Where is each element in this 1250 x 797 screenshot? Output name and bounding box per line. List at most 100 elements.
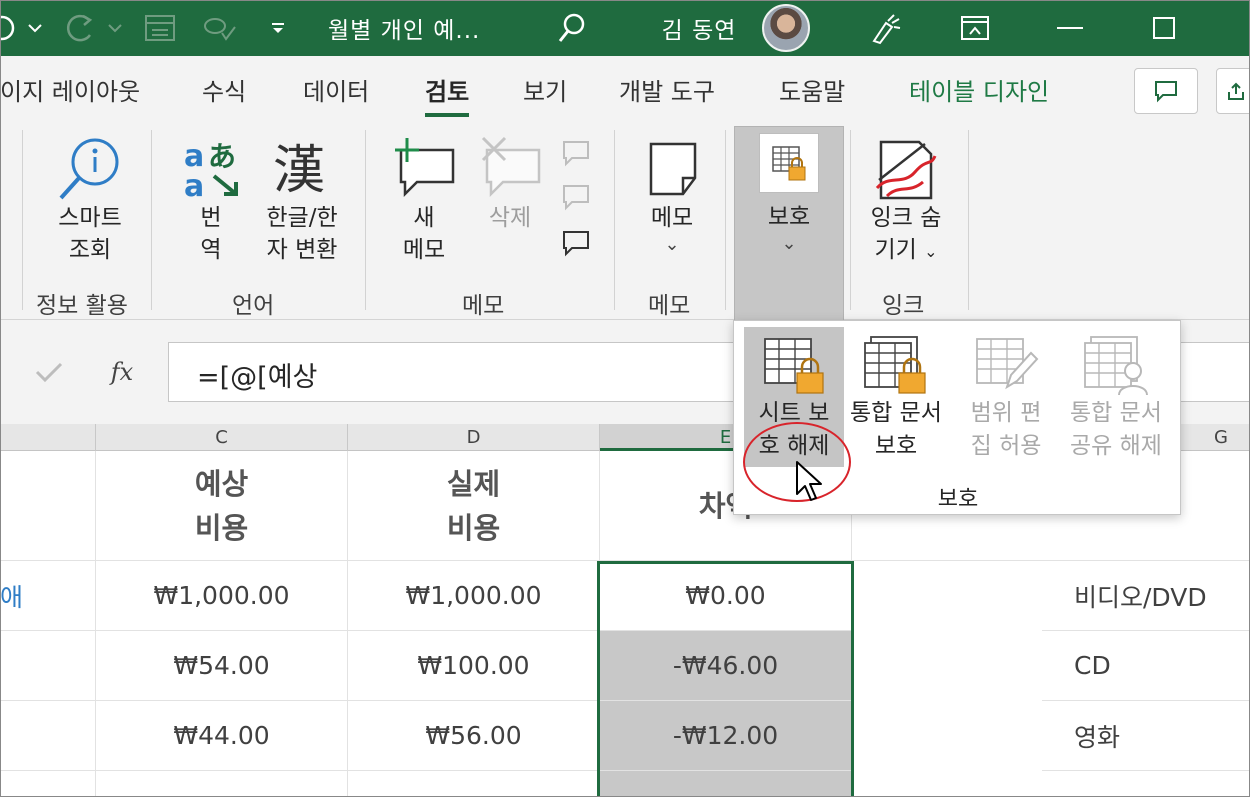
translate-label-2: 역	[200, 237, 222, 263]
redo-icon[interactable]	[60, 0, 106, 56]
protect-button[interactable]: 보호 ⌄	[734, 126, 844, 320]
cell-f-row3[interactable]	[852, 701, 1042, 771]
cell-b-header[interactable]	[0, 451, 96, 561]
cell-e-row3[interactable]: -₩12.00	[600, 701, 852, 771]
chevron-down-icon: ⌄	[924, 242, 938, 261]
cell-e-row1[interactable]: ₩0.00	[600, 561, 852, 631]
title-bar: 월별 개인 예... 김 동연	[0, 0, 1250, 56]
smart-lookup-label-2: 조회	[68, 237, 112, 263]
share-button[interactable]	[1216, 68, 1250, 114]
smart-lookup-button[interactable]: 스마트 조회	[40, 136, 140, 266]
fx-icon: fx	[110, 358, 134, 386]
avatar[interactable]	[760, 0, 812, 56]
hanja-icon: 漢	[273, 141, 325, 201]
ribbon: 스마트 조회 정보 활용 a あ a 번 역 漢 한글/한 자 변환 언어 새 …	[0, 122, 1250, 320]
category-partial-text: 애	[0, 582, 24, 612]
unprotect-sheet-label-2: 호 해제	[758, 433, 830, 459]
previous-next-show-comments-icon[interactable]	[558, 136, 594, 260]
avatar-image	[762, 4, 810, 52]
hide-ink-button[interactable]: 잉크 숨 기기 ⌄	[856, 136, 956, 268]
cell-c-row1[interactable]: ₩1,000.00	[96, 561, 348, 631]
allow-edit-ranges-label-1: 범위 편	[970, 400, 1042, 426]
cell-g-row1[interactable]: 비디오/DVD	[1042, 561, 1250, 631]
insert-function-button[interactable]: fx	[96, 342, 148, 402]
cell-g-row3[interactable]: 영화	[1042, 701, 1250, 771]
protect-label: 보호	[767, 204, 811, 230]
cell-e-row2[interactable]: -₩46.00	[600, 631, 852, 701]
cell-c-row2[interactable]: ₩54.00	[96, 631, 348, 701]
cell-f-row2[interactable]	[852, 631, 1042, 701]
form-icon[interactable]	[140, 0, 180, 56]
hide-ink-icon	[875, 140, 937, 200]
sheet-lock-icon	[764, 338, 824, 394]
cell-b-row2[interactable]	[0, 631, 96, 701]
translate-button[interactable]: a あ a 번 역	[176, 136, 246, 266]
translate-icon: a あ a	[184, 139, 238, 202]
new-comment-button[interactable]: 새 메모	[386, 136, 462, 266]
column-header-d[interactable]: D	[348, 424, 600, 451]
hangul-hanja-button[interactable]: 漢 한글/한 자 변환	[252, 136, 352, 266]
search-icon[interactable]	[552, 0, 592, 56]
cell-d-row4[interactable]	[348, 771, 600, 797]
tab-formulas[interactable]: 수식	[202, 72, 246, 107]
column-header-b[interactable]	[0, 424, 96, 451]
autosave-icon[interactable]	[0, 0, 22, 56]
cell-d-row3[interactable]: ₩56.00	[348, 701, 600, 771]
unprotect-sheet-button[interactable]: 시트 보 호 해제	[744, 327, 844, 467]
workbook-lock-icon	[864, 336, 926, 394]
minimize-icon[interactable]	[1050, 0, 1090, 56]
column-header-c[interactable]: C	[96, 424, 348, 451]
enter-checkmark-icon[interactable]	[24, 342, 74, 402]
maximize-icon[interactable]	[1144, 0, 1184, 56]
delete-comment-button[interactable]: 삭제	[474, 136, 546, 234]
customize-qat-icon[interactable]	[264, 0, 292, 56]
protect-workbook-label-2: 보호	[874, 433, 918, 459]
cell-e-row4[interactable]	[600, 771, 852, 797]
cell-g-row2[interactable]: CD	[1042, 631, 1250, 701]
comments-button[interactable]	[1134, 68, 1198, 114]
comment-icon	[1155, 81, 1177, 103]
user-name[interactable]: 김 동연	[654, 0, 744, 56]
notes-label: 메모	[650, 205, 694, 231]
delete-comment-icon	[481, 136, 541, 198]
allow-edit-ranges-button[interactable]: 범위 편 집 허용	[956, 327, 1056, 467]
cell-d-header[interactable]: 실제 비용	[348, 451, 600, 561]
cell-c-row4[interactable]	[96, 771, 348, 797]
cell-f-row1[interactable]	[852, 561, 1042, 631]
cell-d-row1[interactable]: ₩1,000.00	[348, 561, 600, 631]
cell-b-row1[interactable]: 애	[0, 561, 96, 631]
tab-table-design[interactable]: 테이블 디자인	[909, 72, 1049, 107]
group-separator	[850, 130, 851, 310]
redo-dropdown-icon[interactable]	[104, 0, 126, 56]
chevron-down-icon: ⌄	[664, 234, 680, 255]
group-separator	[725, 130, 726, 310]
coauthor-icon[interactable]	[862, 0, 908, 56]
protect-icon-box	[759, 133, 819, 193]
undo-dropdown-icon[interactable]	[24, 0, 46, 56]
spell-check-icon[interactable]	[198, 0, 242, 56]
tab-data[interactable]: 데이터	[303, 72, 369, 107]
new-comment-label-1: 새	[413, 205, 435, 231]
hide-ink-label-1: 잉크 숨	[870, 205, 942, 231]
tab-view[interactable]: 보기	[523, 72, 567, 107]
tab-review[interactable]: 검토	[425, 72, 470, 117]
chevron-down-icon: ⌄	[781, 233, 797, 254]
new-comment-label-2: 메모	[402, 237, 446, 263]
cell-c-header[interactable]: 예상 비용	[96, 451, 348, 561]
cell-b-row4[interactable]	[0, 771, 96, 797]
hide-ink-label-2-text: 기기	[874, 237, 917, 263]
tab-help[interactable]: 도움말	[779, 72, 845, 107]
group-label-insights: 정보 활용	[36, 293, 128, 319]
cell-c-row3[interactable]: ₩44.00	[96, 701, 348, 771]
unshare-workbook-button[interactable]: 통합 문서 공유 해제	[1060, 327, 1172, 467]
group-label-notes: 메모	[648, 293, 691, 319]
protect-workbook-button[interactable]: 통합 문서 보호	[846, 327, 946, 467]
notes-button[interactable]: 메모 ⌄	[634, 136, 710, 256]
tab-developer[interactable]: 개발 도구	[619, 72, 715, 107]
cell-d-row2[interactable]: ₩100.00	[348, 631, 600, 701]
document-title: 월별 개인 예...	[328, 0, 538, 56]
ribbon-display-icon[interactable]	[952, 0, 998, 56]
tab-page-layout[interactable]: 이지 레이아웃	[0, 72, 140, 107]
dropdown-group-label: 보호	[937, 487, 979, 512]
cell-b-row3[interactable]	[0, 701, 96, 771]
